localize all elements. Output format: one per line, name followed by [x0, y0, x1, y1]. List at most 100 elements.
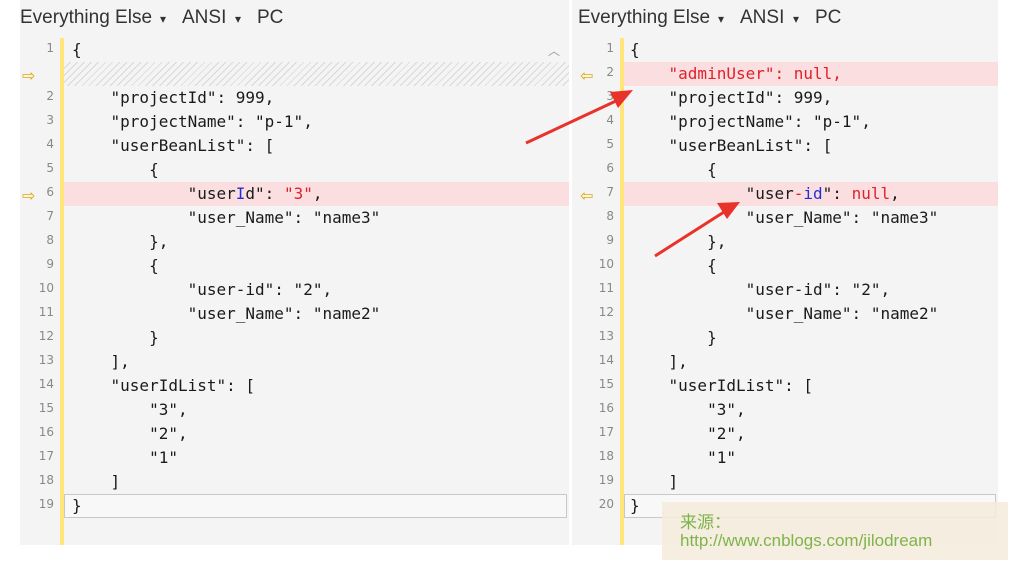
- left-code-line[interactable]: 3 "projectName": "p-1",: [20, 110, 569, 134]
- line-number: 12: [598, 305, 614, 319]
- left-code-line[interactable]: 19}: [20, 494, 569, 518]
- right-code-area[interactable]: 1{⇦ 2 "adminUser": null, 3 "projectId": 99…: [572, 38, 998, 545]
- code-text: {: [630, 40, 640, 59]
- line-number: 10: [38, 281, 54, 295]
- code-text: "user_Name": "name3": [72, 208, 381, 227]
- code-text: {: [72, 40, 82, 59]
- code-text: {: [630, 160, 717, 179]
- right-code-line[interactable]: 5 "userBeanList": [: [572, 134, 998, 158]
- left-compare-pane[interactable]: Everything Else ▾ ANSI ▾ PC 1{⇨ 2 "projec…: [20, 0, 569, 545]
- dropdown-arrow-icon[interactable]: ▾: [235, 12, 241, 26]
- left-code-line[interactable]: 18 ]: [20, 470, 569, 494]
- dropdown-arrow-icon[interactable]: ▾: [160, 12, 166, 26]
- left-code-line[interactable]: 8 },: [20, 230, 569, 254]
- right-code-line[interactable]: 10 {: [572, 254, 998, 278]
- code-text: "projectName": "p-1",: [630, 112, 871, 131]
- right-code-line[interactable]: 15 "userIdList": [: [572, 374, 998, 398]
- right-code-line[interactable]: 14 ],: [572, 350, 998, 374]
- arrow-right-icon[interactable]: ⇨: [22, 66, 35, 85]
- line-number: 8: [46, 233, 54, 247]
- line-number: 1: [46, 41, 54, 55]
- left-code-line[interactable]: 15 "3",: [20, 398, 569, 422]
- line-number: 2: [46, 89, 54, 103]
- line-number: 20: [598, 497, 614, 511]
- right-code-line[interactable]: 1{: [572, 38, 998, 62]
- code-text: "projectId": 999,: [72, 88, 275, 107]
- left-code-line[interactable]: 1{: [20, 38, 569, 62]
- code-text: "user_Name": "name2": [630, 304, 939, 323]
- code-text: ]: [72, 472, 121, 491]
- arrow-left-icon[interactable]: ⇦: [580, 66, 593, 85]
- left-code-line[interactable]: 11 "user_Name": "name2": [20, 302, 569, 326]
- code-text: }: [72, 496, 82, 515]
- dropdown-arrow-icon[interactable]: ▾: [793, 12, 799, 26]
- code-text: "user_Name": "name3": [630, 208, 939, 227]
- code-text: ],: [630, 352, 688, 371]
- right-code-line[interactable]: 9 },: [572, 230, 998, 254]
- left-code-line[interactable]: 12 }: [20, 326, 569, 350]
- right-code-line[interactable]: 16 "3",: [572, 398, 998, 422]
- right-charset-label[interactable]: ANSI: [740, 7, 784, 29]
- left-code-area[interactable]: 1{⇨ 2 "projectId": 999, 3 "projectName": "…: [20, 38, 569, 545]
- line-number: 13: [38, 353, 54, 367]
- code-text: "userId": "3",: [72, 184, 323, 203]
- left-code-line[interactable]: 17 "1": [20, 446, 569, 470]
- right-eol-label[interactable]: PC: [815, 7, 841, 29]
- current-line-box: [64, 494, 567, 518]
- line-number: 18: [38, 473, 54, 487]
- line-number: 16: [38, 425, 54, 439]
- right-encoding-label[interactable]: Everything Else: [578, 7, 710, 29]
- line-number: 8: [606, 209, 614, 223]
- left-code-line[interactable]: 5 {: [20, 158, 569, 182]
- dropdown-arrow-icon[interactable]: ▾: [718, 12, 724, 26]
- code-text: }: [72, 328, 159, 347]
- line-number: 5: [606, 137, 614, 151]
- code-text: "1": [630, 448, 736, 467]
- left-code-line[interactable]: 10 "user-id": "2",: [20, 278, 569, 302]
- line-number: 9: [606, 233, 614, 247]
- line-number: 6: [46, 185, 54, 199]
- code-text: }: [630, 328, 717, 347]
- right-code-line[interactable]: 13 }: [572, 326, 998, 350]
- left-code-line[interactable]: 14 "userIdList": [: [20, 374, 569, 398]
- right-compare-pane[interactable]: Everything Else ▾ ANSI ▾ PC 1{⇦ 2 "adminU…: [572, 0, 998, 545]
- line-number: 19: [38, 497, 54, 511]
- left-eol-label[interactable]: PC: [257, 7, 283, 29]
- right-code-line[interactable]: ⇦ 2 "adminUser": null,: [572, 62, 998, 86]
- left-code-line[interactable]: 16 "2",: [20, 422, 569, 446]
- right-code-line[interactable]: 11 "user-id": "2",: [572, 278, 998, 302]
- watermark-url[interactable]: http://www.cnblogs.com/jilodream: [680, 531, 932, 551]
- left-charset-label[interactable]: ANSI: [182, 7, 226, 29]
- line-number: 11: [598, 281, 614, 295]
- left-code-line[interactable]: 4 "userBeanList": [: [20, 134, 569, 158]
- line-number: 17: [38, 449, 54, 463]
- code-text: "user_Name": "name2": [72, 304, 381, 323]
- left-header: Everything Else ▾ ANSI ▾ PC: [20, 0, 569, 38]
- right-code-line[interactable]: 12 "user_Name": "name2": [572, 302, 998, 326]
- left-code-line[interactable]: ⇨: [20, 62, 569, 86]
- right-code-line[interactable]: ⇦ 7 "user-id": null,: [572, 182, 998, 206]
- left-code-line[interactable]: 13 ],: [20, 350, 569, 374]
- left-code-line[interactable]: 2 "projectId": 999,: [20, 86, 569, 110]
- right-code-line[interactable]: 8 "user_Name": "name3": [572, 206, 998, 230]
- code-text: },: [630, 232, 727, 251]
- line-number: 2: [606, 65, 614, 79]
- right-code-line[interactable]: 18 "1": [572, 446, 998, 470]
- code-text: },: [72, 232, 169, 251]
- left-code-line[interactable]: 9 {: [20, 254, 569, 278]
- line-number: 6: [606, 161, 614, 175]
- line-number: 15: [38, 401, 54, 415]
- right-code-line[interactable]: 19 ]: [572, 470, 998, 494]
- chevron-up-icon[interactable]: ︿: [545, 42, 563, 58]
- left-encoding-label[interactable]: Everything Else: [20, 7, 152, 29]
- right-code-line[interactable]: 4 "projectName": "p-1",: [572, 110, 998, 134]
- left-code-line[interactable]: ⇨ 6 "userId": "3",: [20, 182, 569, 206]
- code-text: {: [630, 256, 717, 275]
- left-code-line[interactable]: 7 "user_Name": "name3": [20, 206, 569, 230]
- arrow-left-icon[interactable]: ⇦: [580, 186, 593, 205]
- right-code-line[interactable]: 6 {: [572, 158, 998, 182]
- right-code-line[interactable]: 3 "projectId": 999,: [572, 86, 998, 110]
- line-number: 15: [598, 377, 614, 391]
- code-text: "3",: [630, 400, 746, 419]
- right-code-line[interactable]: 17 "2",: [572, 422, 998, 446]
